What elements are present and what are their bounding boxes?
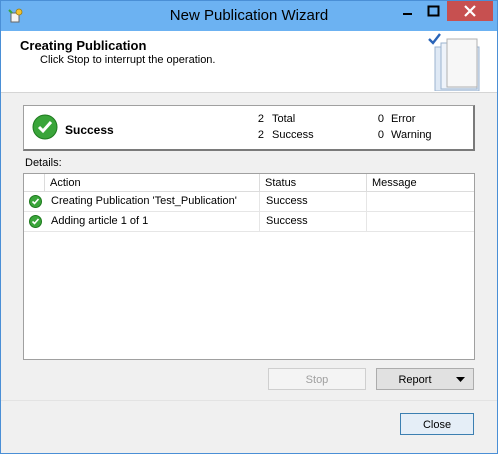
report-button[interactable]: Report bbox=[376, 368, 474, 390]
message-cell bbox=[367, 192, 474, 211]
column-header-status[interactable]: Status bbox=[260, 174, 367, 192]
status-cell: Success bbox=[260, 192, 367, 211]
table-row[interactable]: Creating Publication 'Test_Publication' … bbox=[24, 192, 474, 212]
minimize-button[interactable] bbox=[395, 1, 419, 21]
status-cell: Success bbox=[260, 212, 367, 231]
minimize-icon bbox=[403, 13, 412, 15]
window-close-button[interactable] bbox=[447, 1, 493, 21]
message-cell bbox=[367, 212, 474, 231]
details-grid[interactable]: Action Status Message Creating Publicati… bbox=[23, 173, 475, 360]
details-label: Details: bbox=[25, 157, 62, 169]
column-header-action[interactable]: Action bbox=[45, 174, 260, 192]
title-bar[interactable]: New Publication Wizard bbox=[1, 1, 497, 31]
action-cell: Creating Publication 'Test_Publication' bbox=[45, 192, 260, 211]
footer-divider bbox=[1, 400, 497, 401]
stop-button[interactable]: Stop bbox=[268, 368, 366, 390]
page-subtitle: Click Stop to interrupt the operation. bbox=[40, 54, 216, 66]
action-cell: Adding article 1 of 1 bbox=[45, 212, 260, 231]
table-row[interactable]: Adding article 1 of 1 Success bbox=[24, 212, 474, 232]
error-label: Error bbox=[391, 113, 416, 125]
summary-status: Success bbox=[65, 123, 114, 137]
success-check-icon bbox=[32, 114, 58, 140]
success-check-icon bbox=[29, 215, 42, 228]
success-count: 2 bbox=[257, 129, 264, 141]
wizard-header: Creating Publication Click Stop to inter… bbox=[1, 31, 497, 93]
close-button[interactable]: Close bbox=[400, 413, 474, 435]
page-title: Creating Publication bbox=[20, 38, 147, 53]
total-count: 2 bbox=[257, 113, 264, 125]
success-check-icon bbox=[29, 195, 42, 208]
report-button-label: Report bbox=[398, 374, 432, 386]
error-count: 0 bbox=[377, 113, 384, 125]
icon-column-header bbox=[24, 174, 45, 192]
wizard-window: New Publication Wizard Creating Publicat… bbox=[0, 0, 498, 454]
column-header-message[interactable]: Message bbox=[367, 174, 474, 192]
total-label: Total bbox=[272, 113, 296, 125]
maximize-button[interactable] bbox=[421, 1, 445, 21]
warning-label: Warning bbox=[391, 129, 432, 141]
close-icon bbox=[464, 5, 476, 17]
summary-panel: Success 2 Total 2 Success 0 Error 0 Warn… bbox=[23, 105, 475, 151]
dropdown-arrow-icon bbox=[456, 377, 465, 382]
warning-count: 0 bbox=[377, 129, 384, 141]
wizard-book-icon bbox=[428, 33, 480, 91]
success-label: Success bbox=[272, 129, 314, 141]
maximize-icon bbox=[427, 5, 440, 17]
